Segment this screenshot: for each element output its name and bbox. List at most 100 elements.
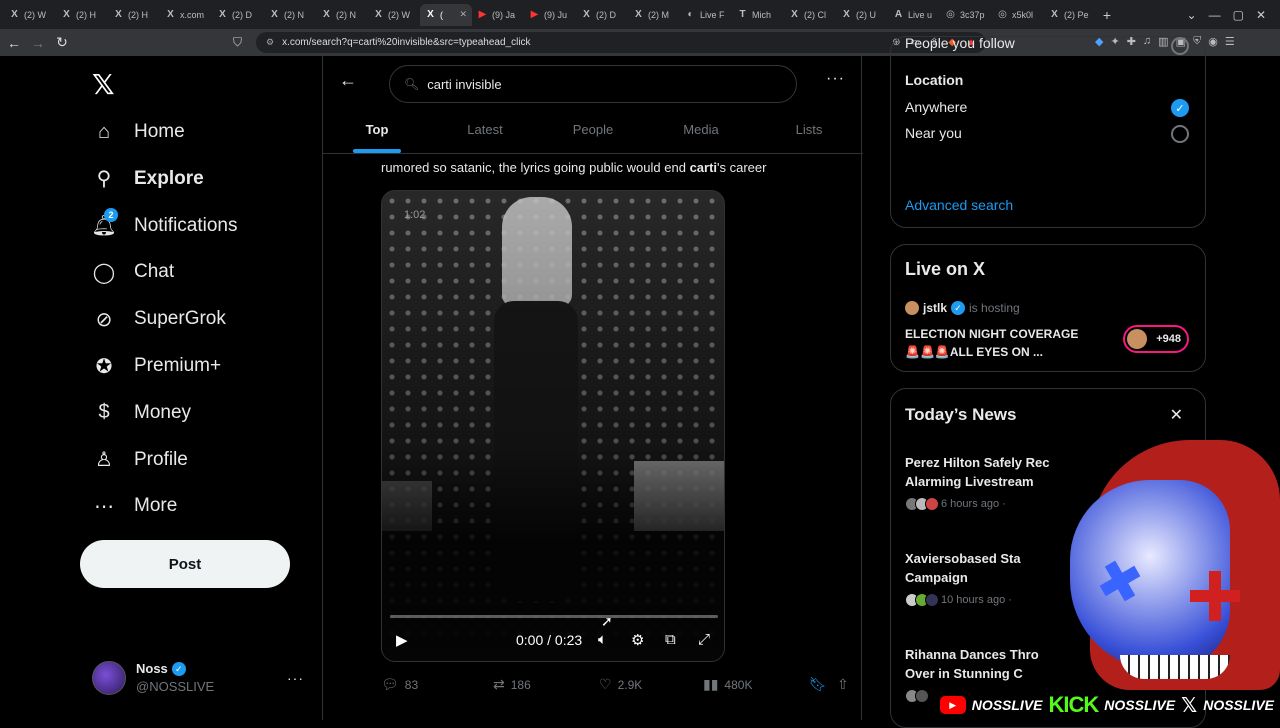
search-input[interactable]: 🔍︎ carti invisible <box>389 65 797 103</box>
browser-tab-label: (2) Cl <box>804 9 826 20</box>
anywhere-radio[interactable]: ✓ <box>1171 99 1189 117</box>
premium-icon: ✪ <box>95 355 113 378</box>
profile-icon: ♙ <box>95 449 113 472</box>
browser-tab[interactable]: A Live u <box>888 4 940 26</box>
repost-button[interactable]: ⇄ 186 <box>493 676 599 693</box>
browser-tab[interactable]: ▶ (9) Ju <box>524 4 576 26</box>
bookmark-icon[interactable]: ⛉ <box>233 35 242 50</box>
filter-people-you-follow: People you follow <box>905 35 1015 51</box>
browser-tab[interactable]: X (2) D <box>212 4 264 26</box>
browser-tab-label: Live u <box>908 9 933 20</box>
browser-tab[interactable]: X (2) N <box>264 4 316 26</box>
minimize-icon[interactable]: — <box>1209 8 1221 22</box>
reload-icon[interactable]: ↻ <box>52 34 72 51</box>
browser-tab[interactable]: X (✕ <box>420 3 472 26</box>
near-you-radio[interactable] <box>1171 125 1189 143</box>
youtube-icon: ▶ <box>939 696 966 714</box>
video-player[interactable]: 1:02 ▶ 0:00 / 0:23 🔈︎ ⚙ ⧉ ⤢ <box>381 190 725 662</box>
browser-tab[interactable]: Xx.com <box>160 4 212 26</box>
home-icon: ⌂ <box>97 120 111 143</box>
more-options-icon[interactable]: ··· <box>287 670 304 686</box>
settings-icon[interactable]: ⚙ <box>631 631 644 649</box>
tab-favicon-icon: X <box>427 9 434 20</box>
share-icon: ⇧ <box>837 676 849 692</box>
bookmark-button[interactable]: 🔖︎ <box>809 676 837 693</box>
wallet-icon[interactable]: ◉ <box>1208 35 1218 48</box>
play-icon[interactable]: ▶ <box>396 631 408 649</box>
share-button[interactable]: ⇧ <box>837 676 849 693</box>
close-tab-icon[interactable]: ✕ <box>459 9 467 20</box>
live-on-x-panel[interactable]: Live on X jstlk ✓ is hosting ELECTION NI… <box>890 244 1206 372</box>
browser-tab[interactable]: T Mich <box>732 4 784 26</box>
advanced-search-link[interactable]: Advanced search <box>905 197 1013 213</box>
browser-tab[interactable]: X (2) U <box>836 4 888 26</box>
nav-item-home[interactable]: ⌂ Home <box>92 120 185 144</box>
back-arrow-icon[interactable]: ← <box>339 70 357 91</box>
browser-tab[interactable]: X (2) H <box>56 4 108 26</box>
browser-tab[interactable]: X (2) H <box>108 4 160 26</box>
nav-item-money[interactable]: $ Money <box>92 401 191 425</box>
account-switcher[interactable]: Noss ✓ @NOSSLIVE ··· <box>92 660 304 696</box>
forward-icon[interactable]: → <box>28 35 48 51</box>
close-window-icon[interactable]: ✕ <box>1256 8 1266 22</box>
browser-tab-label: Live F <box>700 9 725 20</box>
picture-in-picture-icon[interactable]: ⧉ <box>665 631 676 648</box>
tab-top[interactable]: Top <box>323 112 431 153</box>
maximize-icon[interactable]: ▢ <box>1233 8 1244 22</box>
nav-item-supergrok[interactable]: ⊘ SuperGrok <box>92 307 226 331</box>
nav-item-explore[interactable]: ⚲ Explore <box>92 167 204 191</box>
tab-favicon-icon: ▶ <box>478 9 487 20</box>
browser-tab[interactable]: X (2) W <box>4 4 56 26</box>
site-info-icon[interactable]: ⚙ <box>266 37 274 48</box>
listener-count-badge[interactable]: +948 <box>1123 325 1189 353</box>
url-field[interactable]: ⚙ x.com/search?q=carti%20invisible&src=t… <box>256 32 986 53</box>
video-time: 0:00 / 0:23 <box>516 632 583 648</box>
menu-icon[interactable]: ☰ <box>1225 35 1235 48</box>
tab-favicon-icon: X <box>115 9 122 20</box>
fullscreen-icon[interactable]: ⤢ <box>698 631 710 648</box>
browser-tab[interactable]: ◎ x5k0l <box>992 4 1044 26</box>
nav-item-notifications[interactable]: 🔔︎ 2 Notifications <box>91 207 238 238</box>
like-button[interactable]: ♡ 2.9K <box>599 676 703 693</box>
hosting-text: is hosting <box>969 301 1020 315</box>
browser-tab[interactable]: X (2) W <box>368 4 420 26</box>
close-icon[interactable]: ✕ <box>1170 405 1183 425</box>
nav-item-profile[interactable]: ♙ Profile <box>92 448 188 472</box>
nav-item-more[interactable]: ⋯ More <box>92 494 177 518</box>
people-you-follow-radio[interactable] <box>1171 37 1189 55</box>
live-line: ELECTION NIGHT COVERAGE <box>905 327 1079 341</box>
reply-button[interactable]: 💬︎ 83 <box>381 676 493 693</box>
tab-people[interactable]: People <box>539 112 647 153</box>
browser-tab[interactable]: ◐ Live F <box>680 4 732 26</box>
nav-item-premium[interactable]: ✪ Premium+ <box>92 354 222 378</box>
browser-tab[interactable]: X (2) D <box>576 4 628 26</box>
tab-favicon-icon: X <box>791 9 798 20</box>
video-shade <box>382 191 724 661</box>
browser-tab[interactable]: X (2) M <box>628 4 680 26</box>
volume-icon[interactable]: 🔈︎ <box>598 631 607 648</box>
tab-media[interactable]: Media <box>647 112 755 153</box>
location-heading: Location <box>905 72 964 88</box>
nav-item-label: Explore <box>134 167 204 189</box>
news-title: Today’s News <box>905 405 1017 424</box>
search-query: carti invisible <box>427 76 502 92</box>
browser-tab[interactable]: X (2) Cl <box>784 4 836 26</box>
browser-tab[interactable]: X (2) N <box>316 4 368 26</box>
video-progress-bar[interactable] <box>390 615 718 618</box>
tab-latest[interactable]: Latest <box>431 112 539 153</box>
browser-tab[interactable]: ▶ (9) Ja <box>472 4 524 26</box>
tweet-text-part: rumored so satanic, the lyrics going pub… <box>381 160 690 175</box>
tab-list-icon[interactable]: ⌄ <box>1187 8 1197 22</box>
post-button[interactable]: Post <box>80 540 290 588</box>
back-icon[interactable]: ← <box>4 35 24 51</box>
search-options-icon[interactable]: ··· <box>826 70 845 88</box>
x-logo-icon[interactable]: 𝕏 <box>92 68 115 101</box>
tab-lists[interactable]: Lists <box>755 112 863 153</box>
browser-tab[interactable]: X (2) Pe <box>1044 4 1096 26</box>
tab-favicon-icon: A <box>894 9 903 20</box>
repost-icon: ⇄ <box>493 676 505 692</box>
views-button[interactable]: ▮▮ 480K <box>703 676 809 693</box>
browser-tab[interactable]: ◎ 3c37p <box>940 4 992 26</box>
new-tab-icon[interactable]: + <box>1096 7 1118 23</box>
nav-item-chat[interactable]: ◯ Chat <box>92 260 174 284</box>
